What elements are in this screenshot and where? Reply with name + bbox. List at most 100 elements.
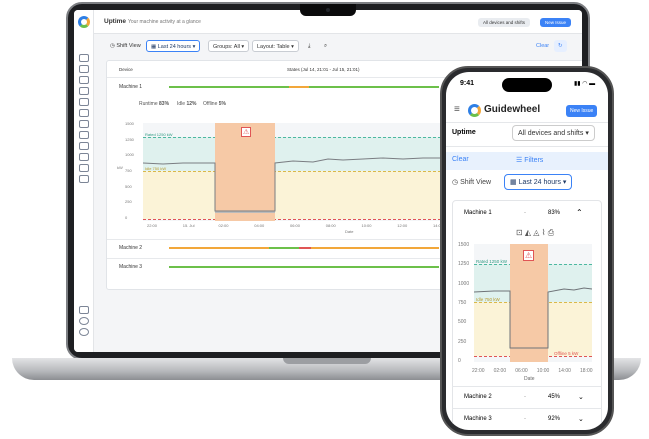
machine-row-name[interactable]: Machine 3: [119, 264, 142, 270]
brand-logo: [468, 104, 481, 117]
machine-name[interactable]: Machine 3: [464, 416, 492, 422]
y-tick-label: 1250: [125, 136, 134, 142]
groups-label: Groups: All: [213, 44, 240, 50]
y-tick-label: 0: [458, 358, 461, 364]
state-bar: [169, 266, 439, 268]
brand-name: Guidewheel: [484, 104, 541, 115]
x-tick-label: 22:00: [147, 223, 158, 228]
phone-chart: Rated 1250 kW Idle 750 kW Offline 5 kW ⚠: [474, 244, 592, 362]
y-tick-label: 1500: [125, 121, 134, 126]
refresh-icon[interactable]: ↻: [554, 40, 567, 52]
time-range-select[interactable]: ▦ Last 24 hours ▾: [146, 40, 201, 52]
y-tick-label: 1250: [458, 261, 470, 268]
phone-screen: 9:41 ▮▮ ◠ ▬ ≡ Guidewheel New Issue Uptim…: [446, 72, 608, 430]
chevron-down-icon[interactable]: ⌄: [578, 415, 584, 423]
x-tick-label: 14:00: [558, 368, 571, 374]
shift-view-toggle[interactable]: ◷ Shift View: [452, 178, 491, 186]
users-icon[interactable]: [79, 153, 89, 161]
app-logo: [78, 16, 90, 28]
time-range-label: Last 24 hours: [518, 179, 561, 186]
x-tick-label: 22:00: [472, 368, 485, 374]
machine-name[interactable]: Machine 2: [464, 394, 492, 400]
idle-value: 12%: [186, 101, 197, 107]
chevron-up-icon[interactable]: ⌃: [576, 208, 583, 217]
download-icon[interactable]: ⤓: [304, 40, 314, 52]
machine-row-name[interactable]: Machine 2: [119, 245, 142, 251]
toolbar: ◷ Shift View ▦ Last 24 hours ▾ Groups: A…: [94, 34, 582, 58]
runtime-stat: Runtime 83%: [139, 101, 169, 107]
search-icon[interactable]: ⌕: [320, 40, 331, 52]
section-title: Uptime: [452, 129, 476, 136]
idle-label: Idle: [177, 101, 186, 107]
shift-view-toggle[interactable]: ◷ Shift View: [106, 40, 145, 52]
collapse-icon[interactable]: [79, 306, 89, 314]
time-range-select[interactable]: ▦ Last 24 hours ▾: [504, 174, 573, 190]
x-tick-label: 02:00: [493, 368, 507, 374]
warning-icon[interactable]: [79, 120, 89, 128]
idle-stat: Idle 12%: [177, 101, 196, 107]
x-tick-label: 18:00: [580, 368, 593, 374]
settings-icon[interactable]: [79, 175, 89, 183]
state-bar: [169, 86, 289, 88]
x-tick-label: 10:00: [536, 368, 550, 374]
account-icon[interactable]: [79, 328, 89, 336]
layout-select[interactable]: Layout: Table ▾: [252, 40, 299, 52]
wrench-icon[interactable]: [79, 109, 89, 117]
y-tick-label: 500: [458, 319, 467, 326]
search-icon[interactable]: [79, 98, 89, 106]
filters-label: Filters: [524, 157, 544, 164]
y-tick-label: 500: [125, 183, 132, 189]
phone-xlabel: Date: [524, 376, 535, 382]
chevron-down-icon[interactable]: ⌄: [578, 393, 584, 401]
gauge-icon[interactable]: [79, 87, 89, 95]
shift-view-label: Shift View: [116, 43, 141, 49]
camera: [326, 8, 330, 12]
y-tick-label: 1500: [458, 242, 470, 248]
shift-view-label: Shift View: [460, 179, 492, 186]
x-tick-label: 10:00: [361, 223, 372, 228]
groups-select[interactable]: Groups: All ▾: [208, 40, 250, 52]
help-icon[interactable]: [79, 317, 89, 325]
col-device: Device: [119, 67, 133, 72]
machine-row-name[interactable]: Machine 1: [119, 84, 142, 90]
new-issue-button[interactable]: New Issue: [540, 18, 572, 27]
machine-name[interactable]: Machine 1: [464, 210, 492, 216]
filters-button[interactable]: ☰ Filters: [516, 156, 543, 164]
state-bar: [289, 86, 309, 88]
devices-filter[interactable]: All devices and shifts ▾: [512, 125, 595, 141]
runtime-value: 83%: [159, 101, 170, 107]
machine-pct: 92%: [548, 416, 561, 422]
offline-value: 5%: [218, 101, 226, 107]
sidebar: [74, 10, 94, 352]
chart-xlabel: Date: [345, 229, 354, 234]
machine-dash: -: [524, 416, 526, 422]
trend-icon[interactable]: [79, 142, 89, 150]
y-tick-label: 250: [125, 199, 132, 205]
y-tick-label: 750: [125, 168, 132, 173]
devices-filter-label: All devices and shifts: [518, 130, 584, 137]
x-tick-label: 12:00: [397, 223, 408, 228]
offline-stat: Offline 5%: [203, 101, 226, 107]
menu-icon[interactable]: ≡: [454, 104, 460, 115]
analytics-icon[interactable]: [79, 65, 89, 73]
devices-filter[interactable]: All devices and shifts: [478, 18, 531, 27]
x-tick-label: 06:00: [515, 368, 528, 374]
power-line: [143, 157, 451, 212]
chart-type-icons[interactable]: ⊡ ◭ ◬ ⌇ ⎙: [516, 228, 554, 238]
col-states: States (Jul 14, 21:01 - Jul 15, 21:01): [287, 67, 360, 72]
list-icon[interactable]: [79, 164, 89, 172]
clear-button[interactable]: Clear: [452, 156, 469, 163]
x-tick-label: 08:00: [325, 223, 336, 228]
status-icons: ▮▮ ◠ ▬: [574, 81, 596, 87]
offline-label: Offline: [203, 101, 218, 107]
power-chart: Rated 1250 kW Idle 750 kW ⚠: [143, 123, 451, 221]
machine-dash: -: [524, 210, 526, 216]
app-subtitle: Your machine activity at a glance: [128, 19, 201, 25]
new-issue-button[interactable]: New Issue: [566, 105, 598, 117]
machine-dash: -: [524, 394, 526, 400]
calendar-icon[interactable]: [79, 131, 89, 139]
clear-button[interactable]: Clear: [532, 40, 553, 52]
grid-icon[interactable]: [79, 76, 89, 84]
machine-pct: 83%: [548, 210, 561, 216]
uptime-icon[interactable]: [79, 54, 89, 62]
